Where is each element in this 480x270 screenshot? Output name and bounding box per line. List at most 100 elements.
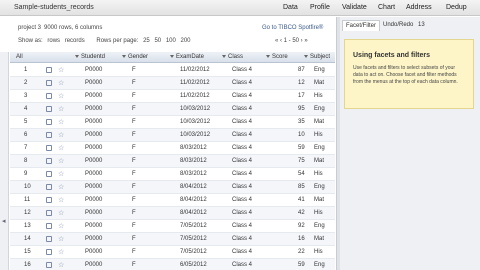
page-size-100[interactable]: 100 xyxy=(166,38,176,44)
exam-date-cell: 8/04/2012 xyxy=(180,210,207,216)
flag-icon[interactable] xyxy=(46,184,52,190)
subject-cell: His xyxy=(314,171,323,177)
class-cell: Class 4 xyxy=(232,197,253,203)
menu-data[interactable]: Data xyxy=(283,4,298,11)
flag-icon[interactable] xyxy=(46,223,52,229)
left-collapse-strip[interactable]: ◂ xyxy=(0,52,9,270)
page-size-50[interactable]: 50 xyxy=(154,38,161,44)
flag-icon[interactable] xyxy=(46,158,52,164)
table-row[interactable]: ☆ 1 P0000 F 11/02/2012 Class 4 87 Eng xyxy=(10,64,335,77)
flag-icon[interactable] xyxy=(46,93,52,99)
table-row[interactable]: ☆ 14 P0000 F 7/05/2012 Class 4 16 Mat xyxy=(10,233,335,246)
table-row[interactable]: ☆ 11 P0000 F 8/04/2012 Class 4 41 Mat xyxy=(10,194,335,207)
show-records-link[interactable]: records xyxy=(65,38,85,44)
column-menu-icon[interactable] xyxy=(304,54,308,58)
table-row[interactable]: ☆ 5 P0000 F 10/03/2012 Class 4 35 Mat xyxy=(10,116,335,129)
table-row[interactable]: ☆ 7 P0000 F 8/03/2012 Class 4 59 Eng xyxy=(10,142,335,155)
flag-icon[interactable] xyxy=(46,119,52,125)
table-row[interactable]: ☆ 12 P0000 F 8/04/2012 Class 4 42 His xyxy=(10,207,335,220)
pager[interactable]: « ‹ 1 - 50 › » xyxy=(275,38,308,44)
flag-icon[interactable] xyxy=(46,249,52,255)
row-number: 5 xyxy=(24,119,28,125)
table-row[interactable]: ☆ 16 P0000 F 6/05/2012 Class 4 59 Eng xyxy=(10,259,335,270)
menu-profile[interactable]: Profile xyxy=(310,4,330,11)
table-row[interactable]: ☆ 9 P0000 F 8/03/2012 Class 4 54 His xyxy=(10,168,335,181)
menu-address[interactable]: Address xyxy=(406,4,432,11)
student-id-cell: P0000 xyxy=(85,158,103,164)
page-size-200[interactable]: 200 xyxy=(181,38,191,44)
table-row[interactable]: ☆ 8 P0000 F 8/03/2012 Class 4 75 Mat xyxy=(10,155,335,168)
show-rows-link[interactable]: rows xyxy=(47,38,60,44)
flag-icon[interactable] xyxy=(46,67,52,73)
star-icon[interactable]: ☆ xyxy=(58,105,64,113)
star-icon[interactable]: ☆ xyxy=(58,261,64,269)
column-header-examdate[interactable]: ExamDate xyxy=(170,54,204,60)
table-row[interactable]: ☆ 3 P0000 F 11/02/2012 Class 4 17 His xyxy=(10,90,335,103)
column-menu-icon[interactable] xyxy=(266,54,270,58)
tab-undo-redo[interactable]: Undo/Redo xyxy=(380,20,416,31)
score-cell: 12 xyxy=(298,80,305,86)
collapse-arrow-icon[interactable]: ◂ xyxy=(2,217,6,225)
page-size-25[interactable]: 25 xyxy=(143,38,150,44)
flag-icon[interactable] xyxy=(46,106,52,112)
flag-icon[interactable] xyxy=(46,132,52,138)
spotfire-link[interactable]: Go to TIBCO Spotfire® xyxy=(262,25,323,31)
gender-cell: F xyxy=(132,132,136,138)
star-icon[interactable]: ☆ xyxy=(58,157,64,165)
menu-dedup[interactable]: Dedup xyxy=(446,4,467,11)
star-icon[interactable]: ☆ xyxy=(58,66,64,74)
flag-icon[interactable] xyxy=(46,145,52,151)
class-cell: Class 4 xyxy=(232,106,253,112)
row-number: 6 xyxy=(24,132,28,138)
student-id-cell: P0000 xyxy=(85,184,103,190)
flag-icon[interactable] xyxy=(46,262,52,268)
flag-icon[interactable] xyxy=(46,80,52,86)
class-cell: Class 4 xyxy=(232,119,253,125)
row-number: 1 xyxy=(24,67,28,73)
column-header-score[interactable]: Score xyxy=(266,54,288,60)
star-icon[interactable]: ☆ xyxy=(58,79,64,87)
star-icon[interactable]: ☆ xyxy=(58,209,64,217)
column-menu-icon[interactable] xyxy=(222,54,226,58)
flag-icon[interactable] xyxy=(46,210,52,216)
column-menu-icon[interactable] xyxy=(170,54,174,58)
row-number: 4 xyxy=(24,106,28,112)
star-icon[interactable]: ☆ xyxy=(58,118,64,126)
star-icon[interactable]: ☆ xyxy=(58,235,64,243)
star-icon[interactable]: ☆ xyxy=(58,170,64,178)
table-row[interactable]: ☆ 15 P0000 F 7/05/2012 Class 4 22 His xyxy=(10,246,335,259)
column-menu-icon[interactable] xyxy=(75,54,79,58)
help-title: Using facets and filters xyxy=(353,52,431,59)
table-row[interactable]: ☆ 10 P0000 F 8/04/2012 Class 4 85 Eng xyxy=(10,181,335,194)
exam-date-cell: 11/02/2012 xyxy=(180,93,210,99)
star-icon[interactable]: ☆ xyxy=(58,196,64,204)
score-cell: 85 xyxy=(298,184,305,190)
column-header-studentid[interactable]: Studentd xyxy=(75,54,105,60)
star-icon[interactable]: ☆ xyxy=(58,144,64,152)
flag-icon[interactable] xyxy=(46,197,52,203)
star-icon[interactable]: ☆ xyxy=(58,248,64,256)
star-icon[interactable]: ☆ xyxy=(58,183,64,191)
tab-facet-filter[interactable]: Facet/Filter xyxy=(342,20,381,31)
table-row[interactable]: ☆ 2 P0000 F 11/02/2012 Class 4 12 Mat xyxy=(10,77,335,90)
flag-icon[interactable] xyxy=(46,171,52,177)
flag-icon[interactable] xyxy=(46,236,52,242)
column-header-class[interactable]: Class xyxy=(222,54,243,60)
table-row[interactable]: ☆ 13 P0000 F 7/05/2012 Class 4 92 Eng xyxy=(10,220,335,233)
star-icon[interactable]: ☆ xyxy=(58,131,64,139)
exam-date-cell: 10/03/2012 xyxy=(180,119,211,125)
column-header-gender[interactable]: Gender xyxy=(122,54,148,60)
menu-chart[interactable]: Chart xyxy=(378,4,395,11)
column-header-subject[interactable]: Subject xyxy=(304,54,330,60)
view-options: Show as: rows records Rows per page: 25 … xyxy=(18,38,194,44)
student-id-cell: P0000 xyxy=(85,197,103,203)
score-cell: 17 xyxy=(298,93,305,99)
table-row[interactable]: ☆ 6 P0000 F 10/03/2012 Class 4 10 His xyxy=(10,129,335,142)
all-column-header[interactable]: All xyxy=(16,54,23,60)
column-menu-icon[interactable] xyxy=(122,54,126,58)
menu-validate[interactable]: Validate xyxy=(342,4,367,11)
table-row[interactable]: ☆ 4 P0000 F 10/03/2012 Class 4 95 Eng xyxy=(10,103,335,116)
gender-cell: F xyxy=(132,67,136,73)
star-icon[interactable]: ☆ xyxy=(58,92,64,100)
star-icon[interactable]: ☆ xyxy=(58,222,64,230)
